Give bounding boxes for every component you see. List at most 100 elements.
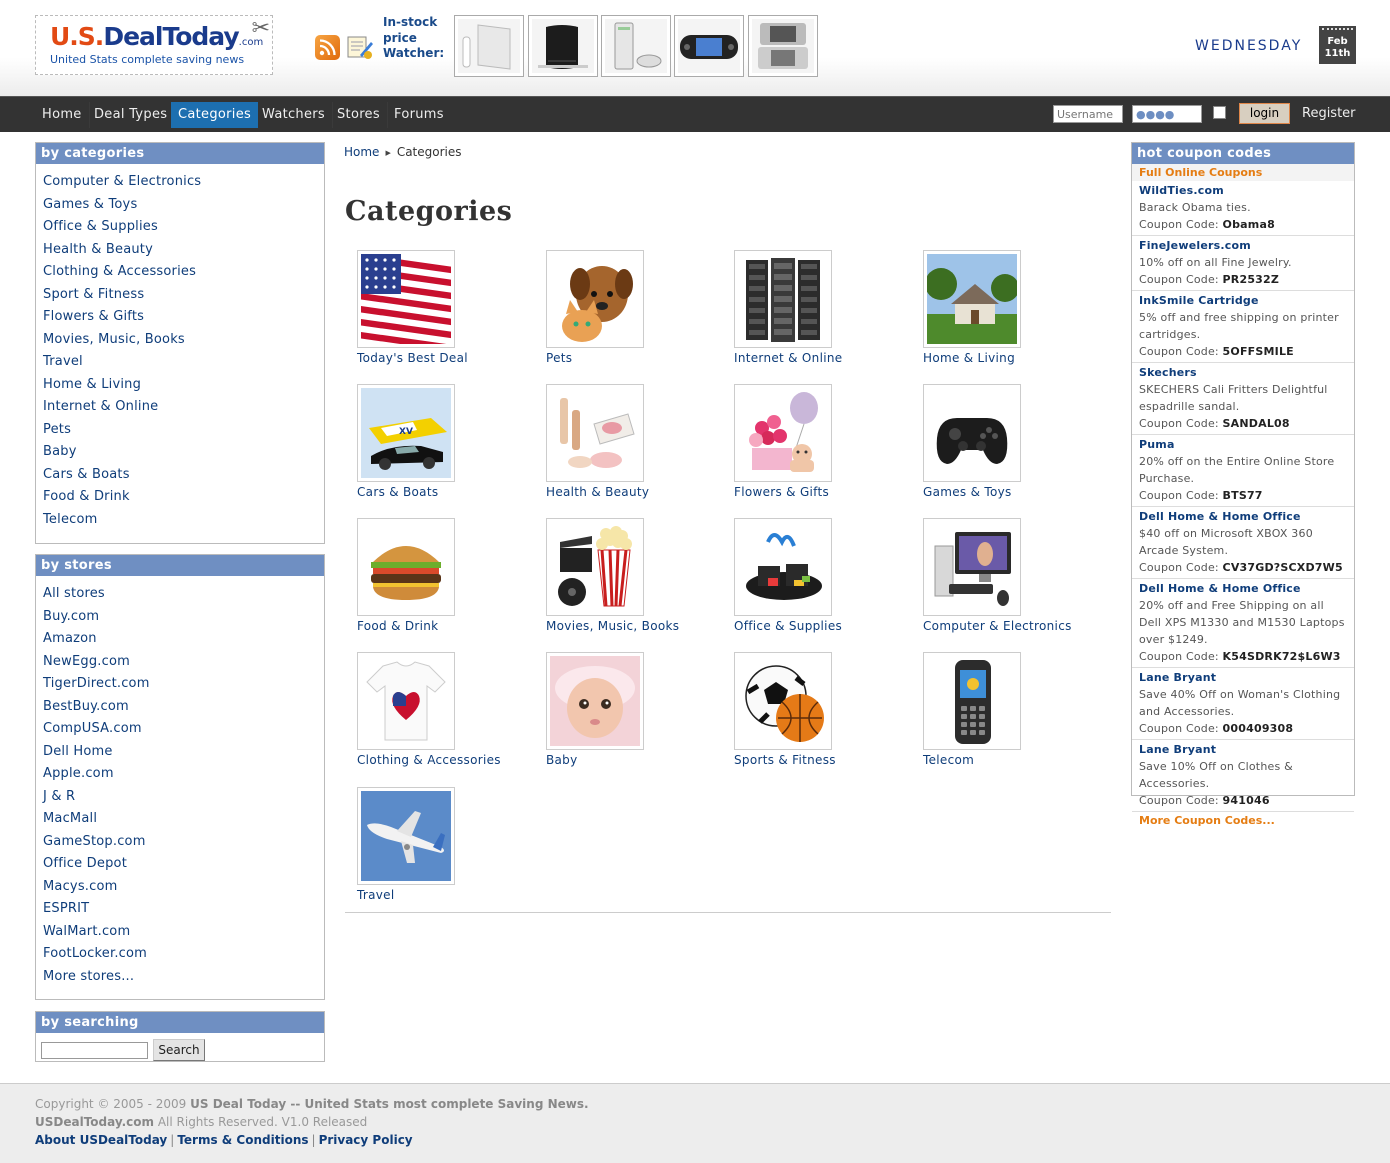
sidebar-category-cars-boats[interactable]: Cars & Boats — [43, 464, 324, 487]
category-tile-sports-fitness[interactable]: Sports & Fitness — [734, 652, 914, 767]
coupon-store-link[interactable]: WildTies.com — [1139, 182, 1347, 199]
sidebar-store-office-depot[interactable]: Office Depot — [43, 853, 324, 876]
category-image-frame[interactable] — [357, 787, 455, 885]
sidebar-store-amazon[interactable]: Amazon — [43, 628, 324, 651]
sidebar-store-macys-com[interactable]: Macys.com — [43, 876, 324, 899]
password-field[interactable] — [1132, 105, 1202, 123]
sidebar-category-sport-fitness[interactable]: Sport & Fitness — [43, 284, 324, 307]
sidebar-store-apple-com[interactable]: Apple.com — [43, 763, 324, 786]
category-tile-today-s-best-deal[interactable]: Today's Best Deal — [357, 250, 537, 365]
sidebar-store-esprit[interactable]: ESPRIT — [43, 898, 324, 921]
sidebar-category-baby[interactable]: Baby — [43, 441, 324, 464]
sidebar-category-travel[interactable]: Travel — [43, 351, 324, 374]
coupon-store-link[interactable]: FineJewelers.com — [1139, 237, 1347, 254]
coupon-store-link[interactable]: Dell Home & Home Office — [1139, 508, 1347, 525]
category-tile-flowers-gifts[interactable]: Flowers & Gifts — [734, 384, 914, 499]
sidebar-category-internet-online[interactable]: Internet & Online — [43, 396, 324, 419]
category-image-frame[interactable] — [923, 518, 1021, 616]
category-label[interactable]: Food & Drink — [357, 619, 537, 633]
category-label[interactable]: Internet & Online — [734, 351, 914, 365]
sidebar-category-office-supplies[interactable]: Office & Supplies — [43, 216, 324, 239]
category-tile-home-living[interactable]: Home & Living — [923, 250, 1103, 365]
category-label[interactable]: Home & Living — [923, 351, 1103, 365]
nav-watchers[interactable]: Watchers — [255, 102, 333, 128]
search-button[interactable]: Search — [153, 1039, 205, 1061]
about-link[interactable]: About USDealToday — [35, 1133, 167, 1147]
sidebar-category-movies-music-books[interactable]: Movies, Music, Books — [43, 329, 324, 352]
sidebar-store-all-stores[interactable]: All stores — [43, 583, 324, 606]
xbox360-thumbnail[interactable] — [601, 15, 671, 77]
sidebar-store-buy-com[interactable]: Buy.com — [43, 606, 324, 629]
sidebar-store-gamestop-com[interactable]: GameStop.com — [43, 831, 324, 854]
sidebar-store-more-stores[interactable]: More stores... — [43, 966, 324, 989]
category-tile-office-supplies[interactable]: Office & Supplies — [734, 518, 914, 633]
category-label[interactable]: Today's Best Deal — [357, 351, 537, 365]
category-image-frame[interactable] — [546, 250, 644, 348]
sidebar-store-newegg-com[interactable]: NewEgg.com — [43, 651, 324, 674]
rss-icon[interactable] — [315, 35, 340, 60]
category-image-frame[interactable] — [923, 652, 1021, 750]
category-image-frame[interactable] — [357, 652, 455, 750]
sidebar-category-food-drink[interactable]: Food & Drink — [43, 486, 324, 509]
category-tile-travel[interactable]: Travel — [357, 787, 537, 902]
username-field[interactable] — [1053, 105, 1123, 123]
category-tile-food-drink[interactable]: Food & Drink — [357, 518, 537, 633]
category-image-frame[interactable] — [923, 384, 1021, 482]
category-tile-clothing-accessories[interactable]: Clothing & Accessories — [357, 652, 537, 767]
nav-deal-types[interactable]: Deal Types — [87, 102, 176, 128]
category-image-frame[interactable] — [734, 518, 832, 616]
login-button[interactable]: login — [1239, 103, 1290, 124]
category-image-frame[interactable] — [734, 384, 832, 482]
category-label[interactable]: Telecom — [923, 753, 1103, 767]
coupon-store-link[interactable]: Puma — [1139, 436, 1347, 453]
sidebar-category-telecom[interactable]: Telecom — [43, 509, 324, 532]
category-tile-internet-online[interactable]: Internet & Online — [734, 250, 914, 365]
site-logo[interactable]: U.S.DealToday.com United Stats complete … — [35, 15, 273, 75]
wii-thumbnail[interactable] — [454, 15, 524, 77]
category-tile-computer-electronics[interactable]: Computer & Electronics — [923, 518, 1103, 633]
category-label[interactable]: Clothing & Accessories — [357, 753, 537, 767]
more-coupons-link[interactable]: More Coupon Codes... — [1132, 812, 1354, 829]
category-image-frame[interactable] — [546, 652, 644, 750]
privacy-link[interactable]: Privacy Policy — [319, 1133, 413, 1147]
category-image-frame[interactable]: XV — [357, 384, 455, 482]
category-label[interactable]: Travel — [357, 888, 537, 902]
coupon-store-link[interactable]: Skechers — [1139, 364, 1347, 381]
category-label[interactable]: Baby — [546, 753, 726, 767]
remember-me-checkbox[interactable] — [1213, 106, 1226, 119]
sidebar-category-pets[interactable]: Pets — [43, 419, 324, 442]
category-tile-movies-music-books[interactable]: Movies, Music, Books — [546, 518, 726, 633]
category-tile-baby[interactable]: Baby — [546, 652, 726, 767]
notepad-icon[interactable] — [346, 33, 374, 61]
ps3-thumbnail[interactable] — [528, 15, 598, 77]
nav-forums[interactable]: Forums — [387, 102, 451, 128]
sidebar-store-compusa-com[interactable]: CompUSA.com — [43, 718, 324, 741]
sidebar-category-clothing-accessories[interactable]: Clothing & Accessories — [43, 261, 324, 284]
coupon-store-link[interactable]: Dell Home & Home Office — [1139, 580, 1347, 597]
category-label[interactable]: Pets — [546, 351, 726, 365]
register-link[interactable]: Register — [1302, 106, 1356, 121]
category-image-frame[interactable] — [546, 518, 644, 616]
category-label[interactable]: Movies, Music, Books — [546, 619, 726, 633]
category-label[interactable]: Cars & Boats — [357, 485, 537, 499]
category-tile-telecom[interactable]: Telecom — [923, 652, 1103, 767]
coupon-store-link[interactable]: InkSmile Cartridge — [1139, 292, 1347, 309]
full-online-coupons-link[interactable]: Full Online Coupons — [1132, 164, 1354, 181]
category-image-frame[interactable] — [923, 250, 1021, 348]
category-image-frame[interactable] — [734, 250, 832, 348]
category-image-frame[interactable] — [357, 250, 455, 348]
nav-categories[interactable]: Categories — [171, 102, 259, 128]
category-image-frame[interactable] — [734, 652, 832, 750]
sidebar-store-bestbuy-com[interactable]: BestBuy.com — [43, 696, 324, 719]
terms-link[interactable]: Terms & Conditions — [177, 1133, 308, 1147]
sidebar-store-tigerdirect-com[interactable]: TigerDirect.com — [43, 673, 324, 696]
nav-stores[interactable]: Stores — [330, 102, 388, 128]
category-tile-cars-boats[interactable]: XV Cars & Boats — [357, 384, 537, 499]
category-image-frame[interactable] — [546, 384, 644, 482]
coupon-store-link[interactable]: Lane Bryant — [1139, 741, 1347, 758]
category-label[interactable]: Office & Supplies — [734, 619, 914, 633]
category-label[interactable]: Sports & Fitness — [734, 753, 914, 767]
nav-home[interactable]: Home — [35, 102, 90, 128]
sidebar-category-home-living[interactable]: Home & Living — [43, 374, 324, 397]
category-tile-health-beauty[interactable]: Health & Beauty — [546, 384, 726, 499]
